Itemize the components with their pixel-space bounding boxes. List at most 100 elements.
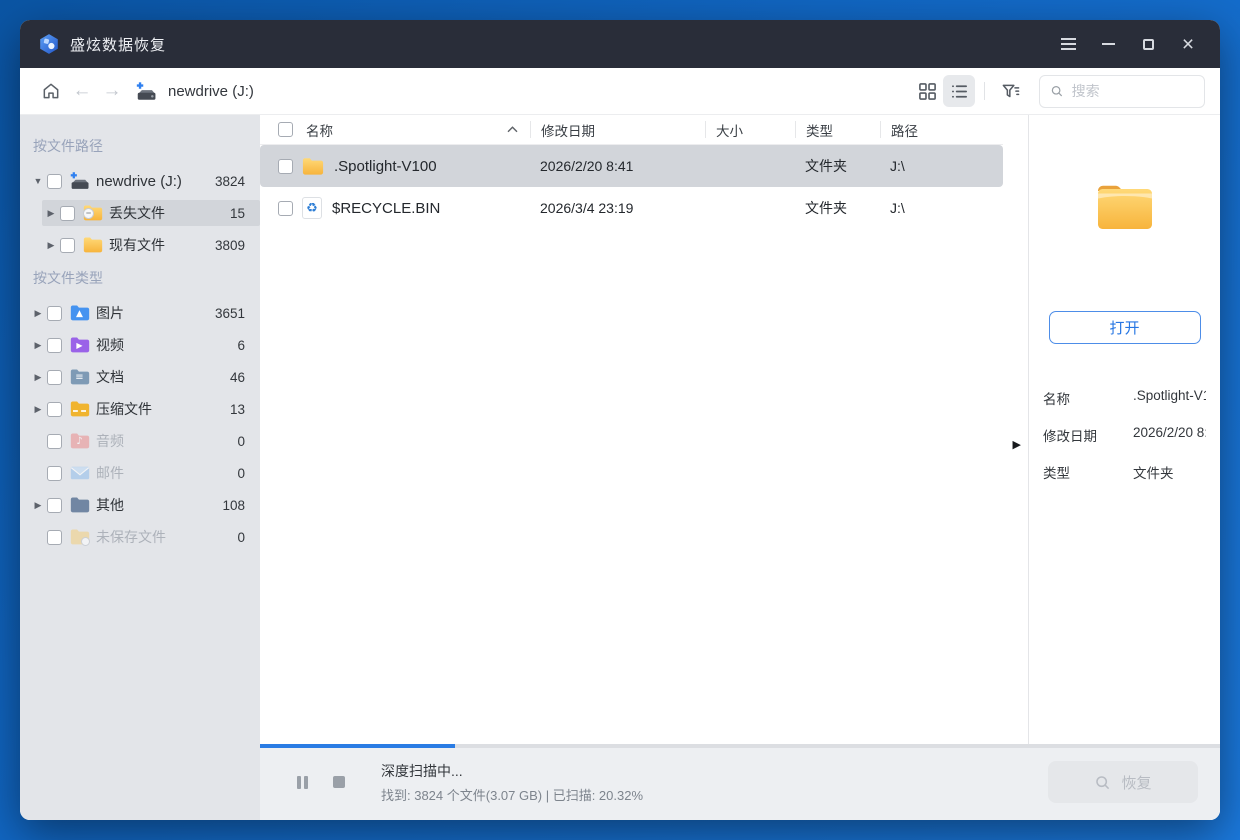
file-type: 文件夹 <box>805 200 847 216</box>
sidebar-item-newdrive[interactable]: ▼ newdrive (J:) 3824 <box>20 165 260 197</box>
clock-badge-icon <box>81 537 90 546</box>
sidebar-item-existing-files[interactable]: ▶ 现有文件 3809 <box>20 229 260 261</box>
recover-button-label: 恢复 <box>1121 774 1152 792</box>
column-header-date[interactable]: 修改日期 <box>530 121 705 139</box>
chevron-right-icon[interactable]: ▶ <box>31 372 45 383</box>
folder-icon <box>81 235 104 255</box>
pause-button[interactable] <box>290 769 314 795</box>
status-bar: 深度扫描中... 找到: 3824 个文件(3.07 GB) | 已扫描: 20… <box>260 744 1220 820</box>
window-controls: × <box>1054 30 1202 58</box>
sidebar-item-label: 现有文件 <box>109 237 165 253</box>
content-area: 按文件路径 ▼ newdrive (J:) 3824 ▶ − 丢失文件 15 ▶… <box>20 115 1220 820</box>
sidebar-item-lost-files[interactable]: ▶ − 丢失文件 15 <box>20 197 260 229</box>
search-icon <box>1051 85 1063 97</box>
doc-glyph: ≡ <box>75 372 84 383</box>
sidebar-item-documents[interactable]: ▶ ≡ 文档 46 <box>20 361 260 393</box>
table-row[interactable]: .Spotlight-V100 2026/2/20 8:41 文件夹 J:\ <box>260 145 1003 187</box>
checkbox[interactable] <box>278 158 293 174</box>
checkbox[interactable] <box>47 433 62 449</box>
minimize-button[interactable] <box>1094 30 1122 58</box>
preview-panel: 打开 名称 .Spotlight-V1.. 修改日期 2026/2/20 8:4… <box>1029 115 1220 744</box>
recover-button[interactable]: 恢复 <box>1048 761 1198 803</box>
checkbox[interactable] <box>60 237 75 253</box>
sidebar-item-mail[interactable]: 邮件 0 <box>20 457 260 489</box>
sidebar-item-audio[interactable]: ♪ 音频 0 <box>20 425 260 457</box>
back-button[interactable]: ← <box>67 80 97 102</box>
select-all-checkbox[interactable] <box>278 122 293 137</box>
file-name: .Spotlight-V100 <box>334 157 437 175</box>
main-content: 名称 修改日期 大小 类型 路径 .Spotlight-V100 2026/2/… <box>260 115 1220 744</box>
sidebar-item-label: 其他 <box>96 497 124 513</box>
list-view-button[interactable] <box>943 75 975 107</box>
sidebar-item-archives[interactable]: ▶ 压缩文件 13 <box>20 393 260 425</box>
chevron-right-icon[interactable]: ▶ <box>44 240 58 251</box>
checkbox[interactable] <box>47 497 62 513</box>
column-header-type[interactable]: 类型 <box>795 121 880 139</box>
checkbox[interactable] <box>47 529 62 545</box>
menu-icon[interactable] <box>1054 30 1082 58</box>
sidebar-item-label: 丢失文件 <box>109 205 165 221</box>
chevron-down-icon[interactable]: ▼ <box>31 176 45 186</box>
filter-button[interactable] <box>994 75 1026 107</box>
scan-status-detail: 找到: 3824 个文件(3.07 GB) | 已扫描: 20.32% <box>381 787 644 803</box>
other-folder-icon <box>68 495 91 515</box>
checkbox[interactable] <box>47 305 62 321</box>
file-type: 文件夹 <box>805 158 847 174</box>
sidebar-item-images[interactable]: ▶ ▲ 图片 3651 <box>20 297 260 329</box>
column-header-size[interactable]: 大小 <box>705 121 795 139</box>
chevron-right-icon[interactable]: ▶ <box>31 308 45 319</box>
checkbox[interactable] <box>47 401 62 417</box>
sort-asc-icon[interactable] <box>507 126 518 133</box>
pause-icon <box>296 775 301 789</box>
collapse-panel-toggle[interactable]: ▶ <box>1013 440 1021 451</box>
section-header-type: 按文件类型 <box>33 270 103 286</box>
item-count: 3809 <box>214 237 245 253</box>
column-header-name[interactable]: 名称 <box>260 121 530 139</box>
archives-folder-icon <box>68 399 91 419</box>
toolbar: ← → newdrive (J:) <box>20 68 1220 115</box>
filter-icon <box>1002 84 1019 97</box>
table-row[interactable]: ♻ $RECYCLE.BIN 2026/3/4 23:19 文件夹 J:\ <box>260 187 1003 229</box>
forward-button[interactable]: → <box>97 80 127 102</box>
checkbox[interactable] <box>47 465 62 481</box>
breadcrumb[interactable]: newdrive (J:) <box>168 83 254 100</box>
sidebar-item-unsaved[interactable]: 未保存文件 0 <box>20 521 260 553</box>
sidebar-item-label: 邮件 <box>96 465 124 481</box>
home-button[interactable] <box>35 75 67 107</box>
sidebar-item-videos[interactable]: ▶ ▶ 视频 6 <box>20 329 260 361</box>
chevron-right-icon[interactable]: ▶ <box>31 340 45 351</box>
open-button[interactable]: 打开 <box>1048 311 1201 344</box>
detail-label: 修改日期 <box>1043 429 1097 444</box>
drive-icon <box>135 81 157 102</box>
section-header-path: 按文件路径 <box>33 138 103 154</box>
search-input[interactable] <box>1071 83 1194 99</box>
note-glyph: ♪ <box>76 436 83 447</box>
app-title: 盛炫数据恢复 <box>70 36 167 54</box>
checkbox[interactable] <box>60 205 75 221</box>
toolbar-divider <box>984 82 985 100</box>
app-window: 盛炫数据恢复 × ← → newdrive (J:) 搜索 按文件路径 ▼ ne… <box>20 20 1220 820</box>
sidebar-item-label: 音频 <box>96 433 124 449</box>
chevron-right-icon[interactable]: ▶ <box>44 208 58 219</box>
close-button[interactable]: × <box>1174 30 1202 58</box>
file-path: J:\ <box>890 200 905 216</box>
search-icon <box>1096 775 1110 789</box>
item-count: 0 <box>237 465 245 481</box>
checkbox[interactable] <box>47 337 62 353</box>
sidebar-item-label: 图片 <box>96 305 124 321</box>
grid-view-button[interactable] <box>911 75 943 107</box>
maximize-button[interactable] <box>1134 30 1162 58</box>
file-details: 名称 .Spotlight-V1.. 修改日期 2026/2/20 8:4 类型… <box>1043 388 1206 499</box>
scan-status: 深度扫描中... 找到: 3824 个文件(3.07 GB) | 已扫描: 20… <box>381 761 643 804</box>
chevron-right-icon[interactable]: ▶ <box>31 500 45 511</box>
stop-button[interactable] <box>327 769 351 795</box>
chevron-right-icon[interactable]: ▶ <box>31 404 45 415</box>
checkbox[interactable] <box>47 369 62 385</box>
sidebar-item-other[interactable]: ▶ 其他 108 <box>20 489 260 521</box>
checkbox[interactable] <box>47 173 62 189</box>
sidebar-item-label: 未保存文件 <box>96 529 166 545</box>
column-header-path[interactable]: 路径 <box>880 121 1003 139</box>
checkbox[interactable] <box>278 200 293 216</box>
sidebar: 按文件路径 ▼ newdrive (J:) 3824 ▶ − 丢失文件 15 ▶… <box>20 115 260 820</box>
sidebar-item-label: newdrive (J:) <box>96 172 182 190</box>
